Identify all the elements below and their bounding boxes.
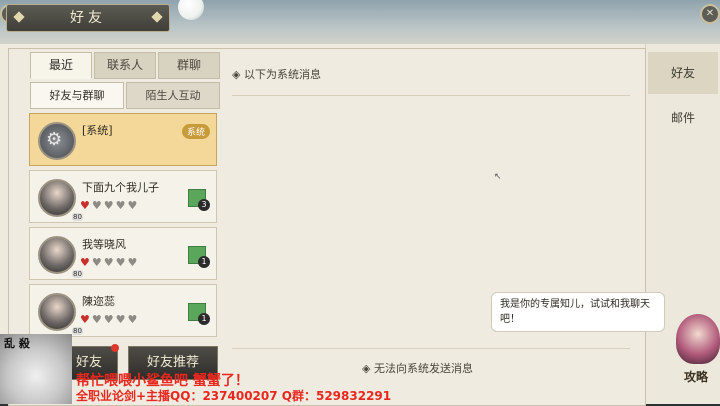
heart-icon: ♥ — [91, 256, 104, 269]
subtab-friends-groups[interactable]: 好友与群聊 — [30, 82, 124, 109]
message-footer: ◈ 无法向系统发送消息 — [362, 360, 473, 376]
level-badge: 80 — [72, 213, 83, 221]
notification-dot — [111, 344, 119, 352]
heart-icon: ♥ — [80, 199, 92, 212]
heart-icon: ♥ — [127, 256, 140, 269]
side-tab-friends[interactable]: 好友 — [648, 52, 718, 94]
diamond-icon: ◈ — [232, 68, 244, 81]
heart-icon: ♥ — [91, 199, 104, 212]
avatar: ⚙ — [38, 122, 76, 160]
friend-name: [系统] — [82, 124, 113, 137]
heart-icon: ♥ — [115, 256, 128, 269]
gear-icon: ⚙ — [46, 129, 63, 150]
list-item[interactable]: 80 下面九个我儿子 ♥♥♥♥♥ 3 — [29, 170, 217, 223]
gift-count-badge: 3 — [198, 199, 210, 211]
avatar: 80 — [38, 179, 83, 221]
heart-icon: ♥ — [115, 313, 128, 326]
list-item[interactable]: 80 我等晓风 ♥♥♥♥♥ 1 — [29, 227, 217, 280]
friend-name: 我等晓风 — [82, 238, 126, 251]
heart-icon: ♥ — [80, 313, 92, 326]
window-title: 好友 — [6, 4, 170, 32]
message-header-text: 以下为系统消息 — [243, 68, 321, 81]
close-icon[interactable]: ✕ — [700, 4, 720, 24]
status-badge: 系统 — [181, 124, 210, 139]
subtab-bar: 好友与群聊 陌生人互动 — [30, 82, 220, 109]
tab-bar: 最近 联系人 群聊 — [30, 52, 220, 79]
divider — [232, 95, 630, 96]
heart-icon: ♥ — [103, 313, 116, 326]
tab-group-chat[interactable]: 群聊 — [158, 52, 220, 79]
diamond-icon: ◈ — [362, 362, 374, 375]
heart-icon: ♥ — [127, 199, 140, 212]
heart-icon: ♥ — [115, 199, 128, 212]
heart-icon: ♥ — [103, 256, 116, 269]
heart-icon: ♥ — [91, 313, 104, 326]
intimacy-hearts: ♥♥♥♥♥ — [80, 199, 139, 212]
friend-list: ⚙ [系统] 系统 80 下面九个我儿子 ♥♥♥♥♥ 3 80 我等晓风 ♥♥♥… — [29, 113, 217, 341]
message-footer-text: 无法向系统发送消息 — [373, 362, 473, 375]
level-badge: 80 — [72, 270, 83, 278]
heart-icon: ♥ — [127, 313, 140, 326]
list-item[interactable]: 80 陳迩蕊 ♥♥♥♥♥ 1 — [29, 284, 217, 337]
friend-name: 陳迩蕊 — [82, 295, 115, 308]
tab-recent[interactable]: 最近 — [30, 52, 92, 79]
avatar: 80 — [38, 293, 83, 335]
helper-speech-bubble: 我是你的专属知儿，试试和我聊天吧！ — [491, 292, 665, 332]
guide-button-label[interactable]: 攻略 — [684, 368, 708, 385]
stream-overlay-contact: 全职业论剑+主播QQ：237400207 Q群：529832291 — [76, 389, 392, 403]
divider — [232, 348, 630, 349]
list-item-system[interactable]: ⚙ [系统] 系统 — [29, 113, 217, 166]
message-header: ◈ 以下为系统消息 — [232, 66, 321, 82]
intimacy-hearts: ♥♥♥♥♥ — [80, 256, 139, 269]
gift-count-badge: 1 — [198, 256, 210, 268]
intimacy-hearts: ♥♥♥♥♥ — [80, 313, 139, 326]
logo-text: 乱 殺 — [4, 337, 30, 350]
helper-avatar[interactable] — [676, 314, 720, 364]
level-badge: 80 — [72, 327, 83, 335]
avatar: 80 — [38, 236, 83, 278]
heart-icon: ♥ — [80, 256, 92, 269]
tab-contacts[interactable]: 联系人 — [94, 52, 156, 79]
heart-icon: ♥ — [103, 199, 116, 212]
friend-name: 下面九个我儿子 — [82, 181, 159, 194]
gift-count-badge: 1 — [198, 313, 210, 325]
cursor-icon: ↖ — [494, 172, 502, 182]
side-tab-mail[interactable]: 邮件 — [648, 97, 718, 139]
subtab-strangers[interactable]: 陌生人互动 — [126, 82, 220, 109]
